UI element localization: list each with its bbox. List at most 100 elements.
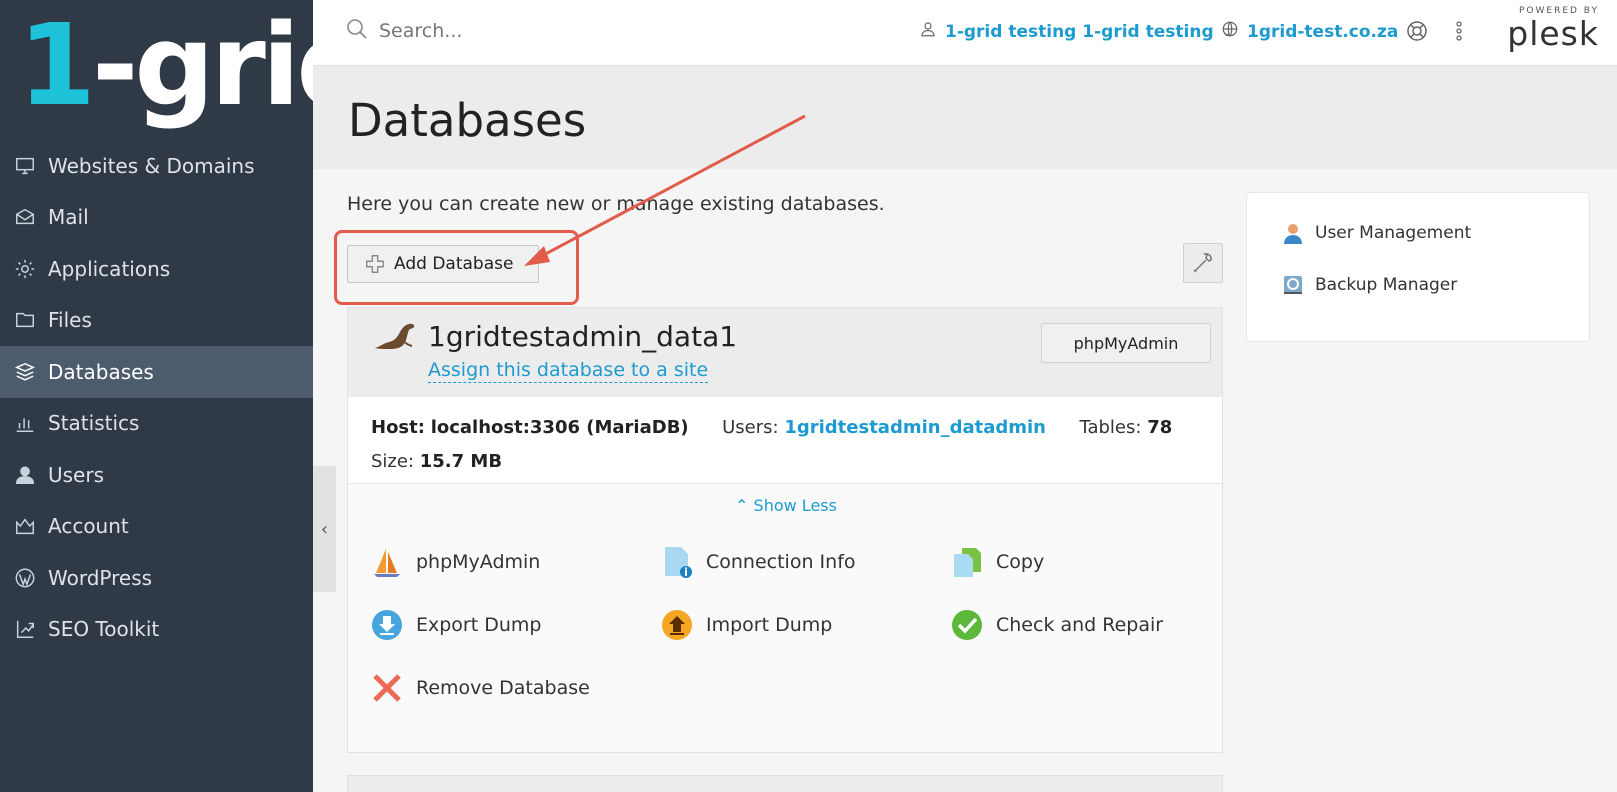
host-value: localhost:3306 (MariaDB): [430, 417, 689, 438]
host-label: Host:: [371, 417, 425, 438]
action-remove-database[interactable]: Remove Database: [370, 671, 660, 704]
show-less-label: Show Less: [753, 496, 837, 515]
database-card: 1gridtestadmin_data1 Assign this databas…: [347, 307, 1223, 753]
sidebar-item-users[interactable]: Users: [0, 449, 313, 501]
remove-icon: [370, 671, 404, 705]
page-header: Databases: [313, 66, 1617, 169]
sidebar-item-label: Statistics: [48, 411, 140, 436]
domain-selector[interactable]: 1grid-test.co.za: [1221, 20, 1398, 43]
action-label: Check and Repair: [996, 613, 1164, 636]
sidebar-item-account[interactable]: Account: [0, 501, 313, 553]
chevron-left-icon: ‹: [320, 518, 329, 540]
seo-icon: [14, 618, 36, 640]
check-repair-icon: [950, 608, 984, 642]
action-label: phpMyAdmin: [416, 550, 541, 573]
action-label: Remove Database: [416, 676, 590, 699]
sidebar-item-label: WordPress: [48, 565, 153, 590]
action-export-dump[interactable]: Export Dump: [370, 608, 660, 641]
side-link-label: Backup Manager: [1315, 275, 1458, 295]
export-dump-icon: [370, 608, 404, 642]
action-label: Export Dump: [416, 613, 542, 636]
sidebar-item-statistics[interactable]: Statistics: [0, 398, 313, 450]
user-management-icon: [1281, 221, 1305, 245]
database-card-header: 1gridtestadmin_data1 Assign this databas…: [348, 308, 1222, 397]
size-label: Size:: [371, 451, 415, 472]
sidebar-item-label: Databases: [48, 359, 154, 384]
wordpress-icon: [14, 567, 36, 589]
sidebar-item-label: SEO Toolkit: [48, 617, 160, 642]
plesk-name: plesk: [1507, 14, 1599, 53]
mariadb-seal-icon: [373, 320, 417, 352]
sidebar-item-label: Applications: [48, 256, 171, 281]
logo-one: 1: [18, 1, 96, 131]
action-label: Connection Info: [706, 550, 856, 573]
sidebar-item-wordpress[interactable]: WordPress: [0, 552, 313, 604]
user-management-link[interactable]: User Management: [1281, 221, 1471, 245]
sidebar-item-databases[interactable]: Databases: [0, 346, 313, 398]
profile-icon: [919, 20, 945, 43]
globe-icon: [1221, 20, 1247, 43]
sidebar-item-files[interactable]: Files: [0, 295, 313, 347]
database-actions: phpMyAdmin Connection Info Copy Export D…: [370, 545, 1220, 704]
brand-logo[interactable]: 1-grid: [18, 10, 376, 130]
sidebar-item-seo-toolkit[interactable]: SEO Toolkit: [0, 604, 313, 656]
backup-manager-link[interactable]: Backup Manager: [1281, 273, 1457, 297]
sidebar-nav: Websites & Domains Mail Applications Fil…: [0, 140, 313, 655]
action-label: Import Dump: [706, 613, 833, 636]
annotation-highlight-box: [334, 230, 579, 305]
wrench-icon[interactable]: [1183, 243, 1223, 283]
phpmyadmin-icon: [370, 545, 404, 579]
assign-database-link[interactable]: Assign this database to a site: [428, 359, 709, 383]
sidebar-item-label: Account: [48, 514, 129, 539]
user-menu[interactable]: 1-grid testing 1-grid testing ⌄: [919, 20, 1232, 43]
sidebar-item-label: Websites & Domains: [48, 153, 255, 178]
database-stack-icon: [14, 361, 36, 383]
topbar: 1-grid testing 1-grid testing ⌄ 1grid-te…: [313, 0, 1617, 66]
action-copy[interactable]: Copy: [950, 545, 1220, 578]
account-icon: [14, 515, 36, 537]
action-connection-info[interactable]: Connection Info: [660, 545, 950, 578]
sidebar-item-mail[interactable]: Mail: [0, 192, 313, 244]
user-menu-label: 1-grid testing 1-grid testing: [945, 21, 1214, 42]
chevron-up-icon: ⌃: [735, 496, 754, 515]
next-database-card: [347, 775, 1223, 792]
side-link-label: User Management: [1315, 223, 1472, 243]
size-value: 15.7 MB: [419, 451, 503, 472]
tables-value: 78: [1147, 417, 1173, 438]
more-options-icon[interactable]: [1453, 19, 1465, 43]
users-label: Users:: [722, 417, 779, 438]
action-check-and-repair[interactable]: Check and Repair: [950, 608, 1220, 641]
side-panel: User Management Backup Manager: [1246, 192, 1590, 342]
phpmyadmin-button[interactable]: phpMyAdmin: [1041, 323, 1211, 363]
mail-icon: [14, 206, 36, 228]
show-less-toggle[interactable]: ⌃ Show Less: [348, 496, 1224, 515]
import-dump-icon: [660, 608, 694, 642]
gear-icon: [14, 258, 36, 280]
sidebar-item-label: Mail: [48, 205, 89, 230]
help-icon[interactable]: [1405, 19, 1429, 43]
search-box: [345, 17, 679, 45]
copy-icon: [950, 545, 984, 579]
domain-label: 1grid-test.co.za: [1247, 21, 1399, 42]
sidebar-item-label: Files: [48, 308, 92, 333]
sidebar-item-websites-domains[interactable]: Websites & Domains: [0, 140, 313, 192]
page-title: Databases: [348, 94, 587, 147]
action-phpmyadmin[interactable]: phpMyAdmin: [370, 545, 660, 578]
sidebar-item-applications[interactable]: Applications: [0, 243, 313, 295]
sidebar-item-label: Users: [48, 462, 105, 487]
backup-manager-icon: [1281, 273, 1305, 297]
sidebar-collapse-button[interactable]: ‹: [313, 466, 336, 592]
action-label: Copy: [996, 550, 1045, 573]
database-user-link[interactable]: 1gridtestadmin_datadmin: [784, 417, 1046, 438]
user-icon: [14, 464, 36, 486]
monitor-icon: [14, 155, 36, 177]
folder-icon: [14, 309, 36, 331]
search-input[interactable]: [379, 20, 679, 42]
database-info: Host: localhost:3306 (MariaDB) Users: 1g…: [348, 397, 1222, 484]
database-name: 1gridtestadmin_data1: [428, 320, 738, 353]
sidebar: 1-grid Websites & Domains Mail Applicati…: [0, 0, 376, 792]
search-icon: [345, 17, 369, 45]
action-import-dump[interactable]: Import Dump: [660, 608, 950, 641]
tables-label: Tables:: [1079, 417, 1142, 438]
connection-info-icon: [660, 545, 694, 579]
